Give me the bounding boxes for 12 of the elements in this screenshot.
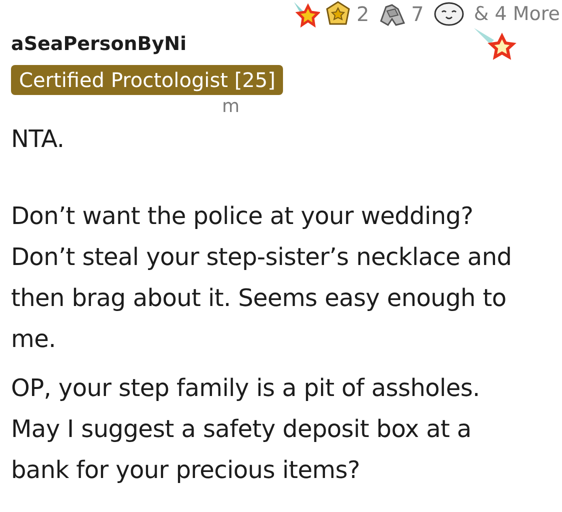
user-flair: Certified Proctologist [25]: [11, 64, 284, 94]
username-link[interactable]: aSeaPersonByNi: [11, 30, 562, 58]
award-count: 7: [411, 1, 424, 28]
seal-icon: [432, 1, 465, 27]
comment-paragraph: Don’t want the police at your wedding? Don’t steal your step-sister’s necklace and then brag about it. Seems easy enough to me.: [11, 200, 513, 354]
comment-paragraph: OP, your step family is a pit of assholes. May I suggest a safety deposit box at a bank for your precious items?: [11, 372, 481, 486]
star-icon: [292, 0, 320, 28]
more-awards-link[interactable]: & 4 More: [474, 0, 560, 28]
stray-letter: m: [222, 96, 240, 116]
award-count: 2: [356, 1, 370, 28]
medal-icon: [325, 1, 352, 27]
comment-paragraph: NTA.: [11, 124, 66, 154]
